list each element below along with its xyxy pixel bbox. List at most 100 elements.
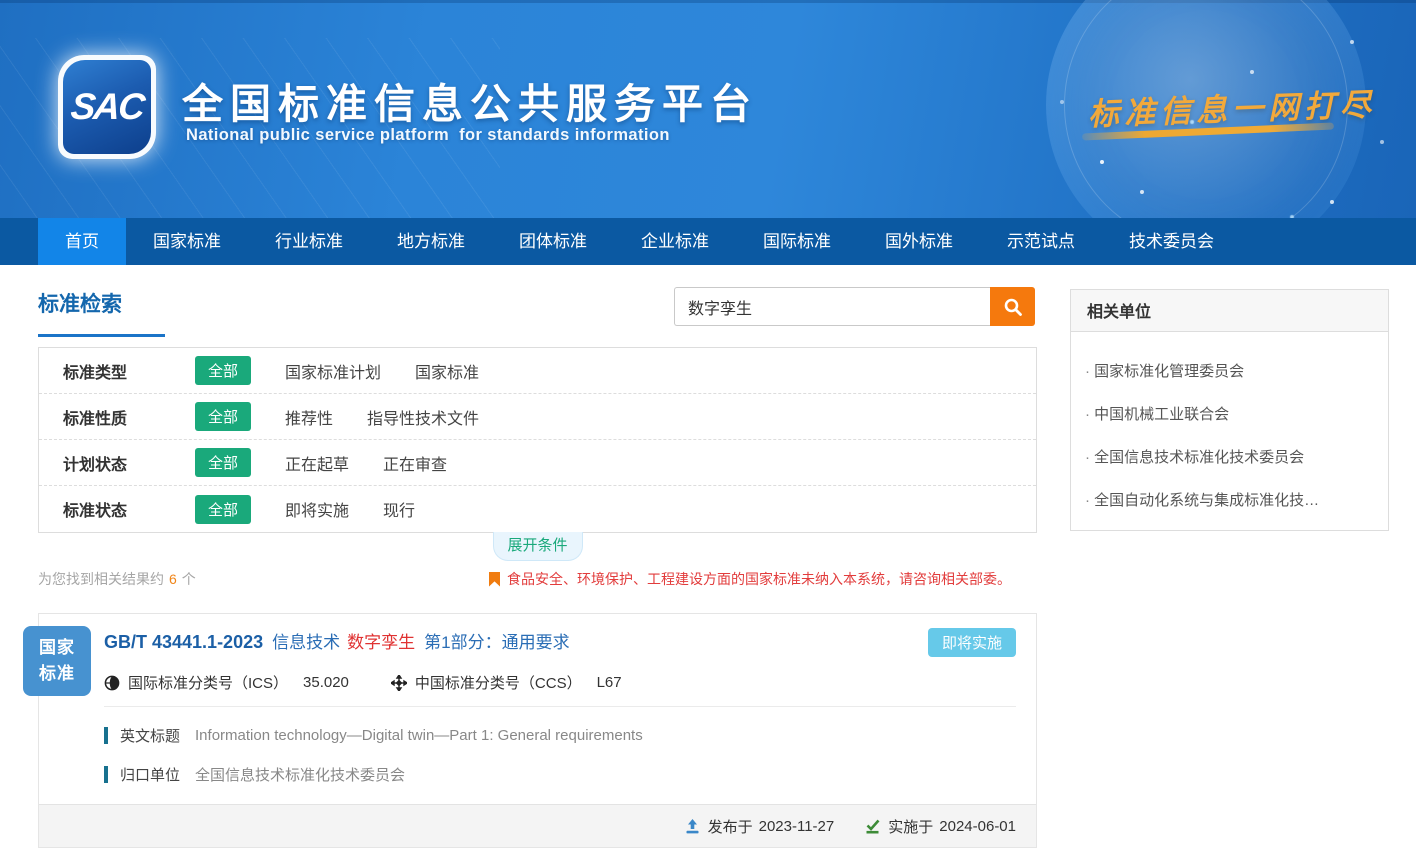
card-footer: 发布于 2023-11-27 实施于 2024-06-01 xyxy=(39,804,1036,847)
search-header: 标准检索 xyxy=(38,285,1037,347)
filter-all-button[interactable]: 全部 xyxy=(195,402,251,431)
system-notice: 食品安全、环境保护、工程建设方面的国家标准未纳入本系统，请咨询相关部委。 xyxy=(489,569,1011,589)
ccs-group: 中国标准分类号（CCS） L67 xyxy=(391,672,622,693)
filter-panel: 标准类型 全部 国家标准计划 国家标准 标准性质 全部 推荐性 指导性技术文件 … xyxy=(38,347,1037,533)
field-label: 归口单位 xyxy=(120,764,180,785)
implemented-date: 2024-06-01 xyxy=(939,818,1016,835)
implemented-label: 实施于 xyxy=(888,816,933,837)
nav-item-home[interactable]: 首页 xyxy=(38,218,126,265)
search-icon xyxy=(1003,297,1023,317)
result-count-suffix: 个 xyxy=(182,571,196,587)
sac-logo[interactable]: SAC xyxy=(58,55,156,159)
site-header: SAC 全国标准信息公共服务平台 National public service… xyxy=(0,0,1416,218)
main-content: 标准检索 标准类型 全部 国家标准计划 国家标准 标准性质 全部 推荐性 指导性… xyxy=(38,285,1037,848)
search-button[interactable] xyxy=(990,287,1035,326)
filter-row-plan-status: 计划状态 全部 正在起草 正在审查 xyxy=(39,440,1036,486)
result-info-bar: 为您找到相关结果约 6个 食品安全、环境保护、工程建设方面的国家标准未纳入本系统，… xyxy=(38,567,1037,591)
related-unit-link[interactable]: 中国机械工业联合会 xyxy=(1085,403,1374,424)
upload-icon xyxy=(684,818,701,835)
search-box xyxy=(674,287,1035,326)
standard-type-badge: 国家 标准 xyxy=(23,626,91,696)
standard-title-link[interactable]: GB/T 43441.1-2023信息技术数字孪生第1部分：通用要求 xyxy=(104,628,570,653)
result-count-prefix: 为您找到相关结果约 xyxy=(38,571,164,587)
related-unit-link[interactable]: 国家标准化管理委员会 xyxy=(1085,360,1374,381)
standard-title-cn1: 信息技术 xyxy=(272,633,340,652)
field-label: 英文标题 xyxy=(120,725,180,746)
filter-option[interactable]: 正在审查 xyxy=(383,451,447,475)
card-title-row: GB/T 43441.1-2023信息技术数字孪生第1部分：通用要求 即将实施 xyxy=(104,628,1016,657)
status-badge: 即将实施 xyxy=(928,628,1016,657)
filter-row-standard-status: 标准状态 全部 即将实施 现行 xyxy=(39,486,1036,532)
nav-item-industry-standards[interactable]: 行业标准 xyxy=(248,218,370,265)
related-units-title: 相关单位 xyxy=(1071,290,1388,332)
filter-option[interactable]: 推荐性 xyxy=(285,405,333,429)
published-date: 2023-11-27 xyxy=(759,818,835,835)
nav-item-group-standards[interactable]: 团体标准 xyxy=(492,218,614,265)
field-value: 全国信息技术标准化技术委员会 xyxy=(195,764,405,785)
related-units-list: 国家标准化管理委员会 中国机械工业联合会 全国信息技术标准化技术委员会 全国自动… xyxy=(1071,332,1388,530)
standard-title-cn2: 第1部分：通用要求 xyxy=(424,633,569,652)
related-unit-link[interactable]: 全国信息技术标准化技术委员会 xyxy=(1085,446,1374,467)
implemented-date-group: 实施于 2024-06-01 xyxy=(864,816,1016,837)
field-row-english-title: 英文标题 Information technology—Digital twin… xyxy=(104,725,1016,746)
published-date-group: 发布于 2023-11-27 xyxy=(684,816,835,837)
filter-option[interactable]: 指导性技术文件 xyxy=(367,405,479,429)
filter-all-button[interactable]: 全部 xyxy=(195,495,251,524)
expand-conditions-button[interactable]: 展开条件 xyxy=(493,532,583,561)
card-body: GB/T 43441.1-2023信息技术数字孪生第1部分：通用要求 即将实施 … xyxy=(39,614,1036,785)
type-badge-line1: 国家 xyxy=(39,635,75,661)
result-count-number: 6 xyxy=(169,571,177,587)
filter-label: 标准状态 xyxy=(63,497,143,521)
ccs-label: 中国标准分类号（CCS） xyxy=(415,672,582,693)
nav-item-local-standards[interactable]: 地方标准 xyxy=(370,218,492,265)
published-label: 发布于 xyxy=(708,816,753,837)
result-count: 为您找到相关结果约 6个 xyxy=(38,569,196,589)
field-marker-bar xyxy=(104,766,108,783)
filter-option[interactable]: 现行 xyxy=(383,497,415,521)
filter-row-standard-type: 标准类型 全部 国家标准计划 国家标准 xyxy=(39,348,1036,394)
filter-option[interactable]: 即将实施 xyxy=(285,497,349,521)
related-unit-link[interactable]: 全国自动化系统与集成标准化技… xyxy=(1085,489,1374,510)
nav-item-foreign-standards[interactable]: 国外标准 xyxy=(858,218,980,265)
page-title: 标准检索 xyxy=(38,285,122,318)
filter-label: 标准类型 xyxy=(63,359,143,383)
filter-label: 计划状态 xyxy=(63,451,143,475)
field-row-committee: 归口单位 全国信息技术标准化技术委员会 xyxy=(104,764,1016,785)
glow-dots-decoration xyxy=(1100,160,1104,164)
field-marker-bar xyxy=(104,727,108,744)
main-nav: 首页 国家标准 行业标准 地方标准 团体标准 企业标准 国际标准 国外标准 示范… xyxy=(0,218,1416,265)
filter-all-button[interactable]: 全部 xyxy=(195,356,251,385)
site-subtitle: National public service platform for sta… xyxy=(186,126,670,145)
sac-logo-inner: SAC xyxy=(63,60,151,154)
filter-option[interactable]: 正在起草 xyxy=(285,451,349,475)
filter-all-button[interactable]: 全部 xyxy=(195,448,251,477)
check-icon xyxy=(864,818,881,835)
standard-title-highlight: 数字孪生 xyxy=(347,633,415,652)
nav-item-international-standards[interactable]: 国际标准 xyxy=(736,218,858,265)
sac-logo-text: SAC xyxy=(69,86,146,128)
notice-text: 食品安全、环境保护、工程建设方面的国家标准未纳入本系统，请咨询相关部委。 xyxy=(507,569,1011,589)
ics-value: 35.020 xyxy=(303,674,349,691)
related-units-panel: 相关单位 国家标准化管理委员会 中国机械工业联合会 全国信息技术标准化技术委员会… xyxy=(1070,289,1389,531)
standard-result-card: 国家 标准 GB/T 43441.1-2023信息技术数字孪生第1部分：通用要求… xyxy=(38,613,1037,848)
filter-option[interactable]: 国家标准 xyxy=(415,359,479,383)
classification-row: 国际标准分类号（ICS） 35.020 中国标准分类号（CCS） L67 xyxy=(104,672,1016,707)
sidebar: 相关单位 国家标准化管理委员会 中国机械工业联合会 全国信息技术标准化技术委员会… xyxy=(1070,289,1389,531)
type-badge-line2: 标准 xyxy=(39,661,75,687)
compass-icon xyxy=(391,675,407,691)
nav-item-pilot[interactable]: 示范试点 xyxy=(980,218,1102,265)
bookmark-icon xyxy=(489,572,500,587)
nav-item-technical-committee[interactable]: 技术委员会 xyxy=(1102,218,1241,265)
nav-item-enterprise-standards[interactable]: 企业标准 xyxy=(614,218,736,265)
nav-item-national-standards[interactable]: 国家标准 xyxy=(126,218,248,265)
filter-row-standard-nature: 标准性质 全部 推荐性 指导性技术文件 xyxy=(39,394,1036,440)
filter-label: 标准性质 xyxy=(63,405,143,429)
filter-option[interactable]: 国家标准计划 xyxy=(285,359,381,383)
title-underline xyxy=(38,334,165,337)
ccs-value: L67 xyxy=(597,674,622,691)
globe-icon xyxy=(104,675,120,691)
field-value: Information technology—Digital twin—Part… xyxy=(195,727,643,744)
site-title: 全国标准信息公共服务平台 xyxy=(182,70,758,130)
search-input[interactable] xyxy=(674,287,990,326)
ics-label: 国际标准分类号（ICS） xyxy=(128,672,288,693)
